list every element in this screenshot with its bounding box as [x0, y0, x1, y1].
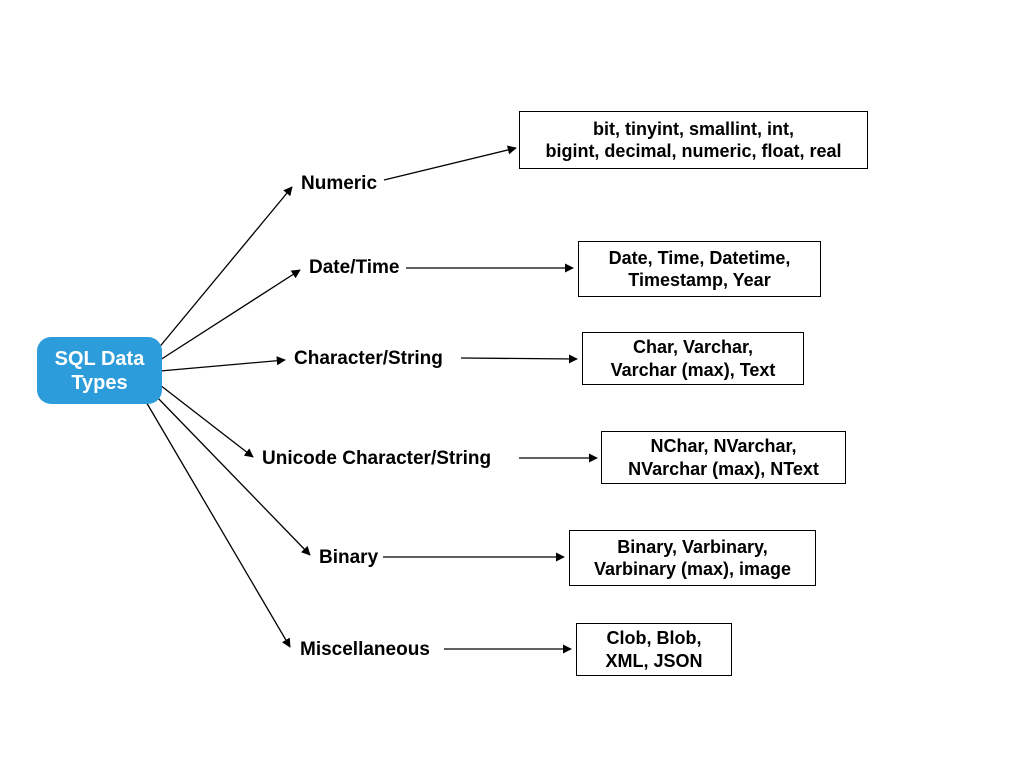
type-text: NChar, NVarchar, NVarchar (max), NText	[628, 435, 819, 480]
category-label-miscellaneous: Miscellaneous	[300, 639, 430, 661]
category-label-date-time: Date/Time	[309, 257, 399, 279]
type-box-date-time: Date, Time, Datetime, Timestamp, Year	[578, 241, 821, 297]
type-box-miscellaneous: Clob, Blob, XML, JSON	[576, 623, 732, 676]
root-node-sql-data-types: SQL Data Types	[37, 337, 162, 404]
cat-text: Date/Time	[309, 257, 399, 278]
root-label: SQL Data Types	[55, 347, 145, 395]
category-label-binary: Binary	[319, 547, 378, 569]
cat-text: Binary	[319, 547, 378, 568]
cat-text: Miscellaneous	[300, 639, 430, 660]
cat-text: Character/String	[294, 348, 443, 369]
type-box-numeric: bit, tinyint, smallint, int, bigint, dec…	[519, 111, 868, 169]
cat-text: Unicode Character/String	[262, 448, 491, 469]
type-box-character-string: Char, Varchar, Varchar (max), Text	[582, 332, 804, 385]
type-text: Clob, Blob, XML, JSON	[605, 627, 702, 672]
type-text: bit, tinyint, smallint, int, bigint, dec…	[545, 118, 841, 163]
type-text: Binary, Varbinary, Varbinary (max), imag…	[594, 536, 791, 581]
type-text: Date, Time, Datetime, Timestamp, Year	[609, 247, 791, 292]
category-label-numeric: Numeric	[301, 173, 377, 195]
type-text: Char, Varchar, Varchar (max), Text	[611, 336, 776, 381]
category-label-unicode-character-string: Unicode Character/String	[262, 448, 491, 470]
cat-text: Numeric	[301, 173, 377, 194]
type-box-unicode-character-string: NChar, NVarchar, NVarchar (max), NText	[601, 431, 846, 484]
type-box-binary: Binary, Varbinary, Varbinary (max), imag…	[569, 530, 816, 586]
category-label-character-string: Character/String	[294, 348, 443, 370]
